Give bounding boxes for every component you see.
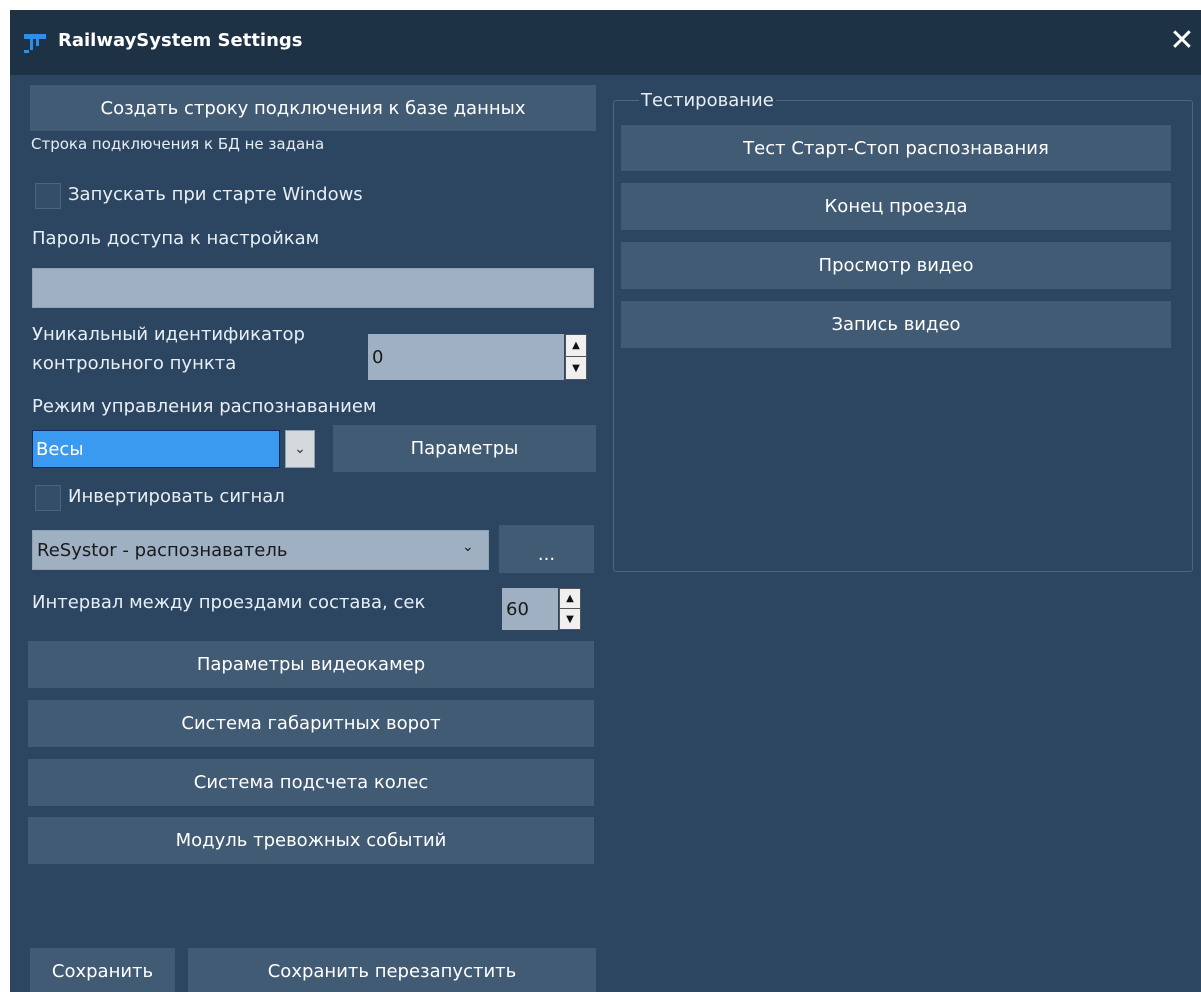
mode-select[interactable]: Весы bbox=[32, 430, 280, 468]
params-button[interactable]: Параметры bbox=[333, 425, 596, 472]
recognizer-select[interactable]: ReSystor - распознаватель bbox=[32, 530, 489, 570]
autostart-checkbox[interactable] bbox=[35, 183, 61, 209]
mode-label: Режим управления распознаванием bbox=[32, 396, 377, 417]
stepper-up-icon[interactable]: ▲ bbox=[566, 335, 586, 357]
testing-group-title: Тестирование bbox=[639, 90, 776, 111]
invert-signal-checkbox[interactable] bbox=[35, 485, 61, 511]
checkpoint-id-label-line2: контрольного пункта bbox=[32, 353, 237, 374]
create-connection-string-button[interactable]: Создать строку подключения к базе данных bbox=[30, 85, 596, 131]
connection-status-text: Строка подключения к БД не задана bbox=[31, 135, 325, 153]
wheel-count-button[interactable]: Система подсчета колес bbox=[28, 759, 594, 806]
settings-window: RailwaySystem Settings ✕ Создать строку … bbox=[10, 10, 1201, 992]
stepper-down-icon[interactable]: ▼ bbox=[560, 609, 580, 629]
save-restart-button[interactable]: Сохранить перезапустить bbox=[188, 948, 596, 992]
chevron-down-icon[interactable]: ⌄ bbox=[285, 430, 315, 468]
password-label: Пароль доступа к настройкам bbox=[32, 228, 320, 249]
stepper-down-icon[interactable]: ▼ bbox=[566, 357, 586, 379]
checkpoint-id-input[interactable]: 0 bbox=[368, 334, 564, 380]
window-title: RailwaySystem Settings bbox=[58, 30, 303, 51]
close-icon[interactable]: ✕ bbox=[1168, 26, 1196, 57]
end-of-pass-button[interactable]: Конец проезда bbox=[621, 183, 1171, 230]
cameras-params-button[interactable]: Параметры видеокамер bbox=[28, 641, 594, 688]
railway-camera-icon bbox=[24, 34, 46, 53]
interval-stepper[interactable]: ▲ ▼ bbox=[559, 588, 581, 630]
interval-input[interactable]: 60 bbox=[502, 588, 558, 630]
interval-label: Интервал между проездами состава, сек bbox=[32, 592, 426, 613]
gates-system-button[interactable]: Система габаритных ворот bbox=[28, 700, 594, 747]
autostart-label: Запускать при старте Windows bbox=[68, 184, 363, 205]
record-video-button[interactable]: Запись видео bbox=[621, 301, 1171, 348]
chevron-down-icon[interactable]: ⌄ bbox=[462, 539, 474, 555]
alarm-events-button[interactable]: Модуль тревожных событий bbox=[28, 817, 594, 864]
view-video-button[interactable]: Просмотр видео bbox=[621, 242, 1171, 289]
checkpoint-id-stepper[interactable]: ▲ ▼ bbox=[565, 334, 587, 380]
save-button[interactable]: Сохранить bbox=[30, 948, 175, 992]
stepper-up-icon[interactable]: ▲ bbox=[560, 589, 580, 609]
checkpoint-id-label: Уникальный идентификатор bbox=[32, 324, 305, 345]
recognizer-more-button[interactable]: ... bbox=[499, 525, 594, 573]
title-bar: RailwaySystem Settings ✕ bbox=[10, 10, 1201, 75]
test-start-stop-button[interactable]: Тест Старт-Стоп распознавания bbox=[621, 125, 1171, 171]
password-input[interactable] bbox=[32, 268, 594, 308]
invert-signal-label: Инвертировать сигнал bbox=[68, 486, 285, 507]
